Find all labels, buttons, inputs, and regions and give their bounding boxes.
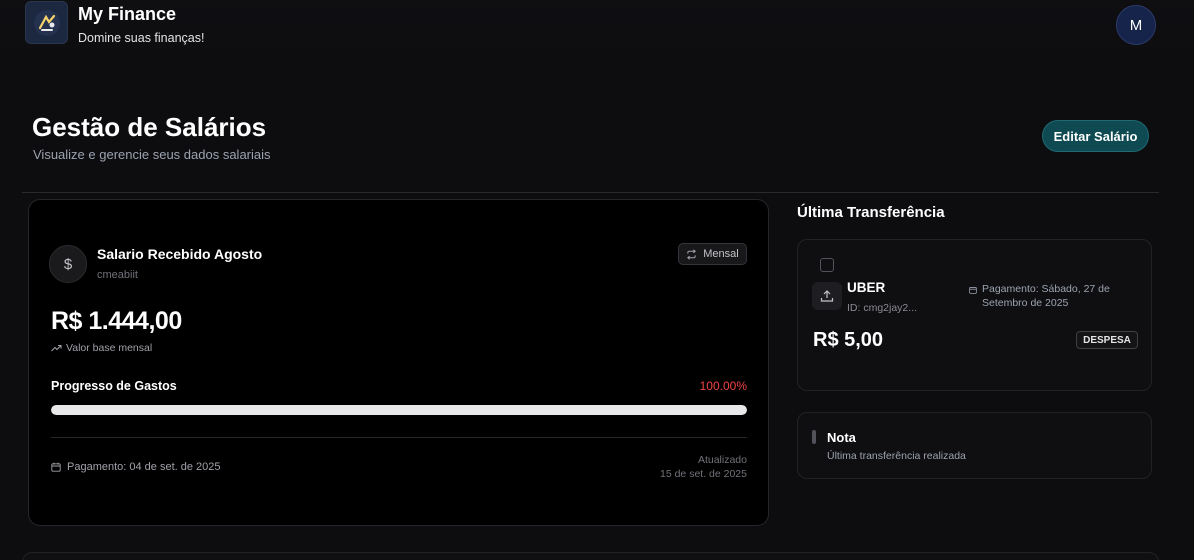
- note-card: Nota Última transferência realizada: [797, 412, 1152, 479]
- transfer-id: ID: cmg2jay2...: [847, 302, 918, 314]
- updated-date: 15 de set. de 2025: [660, 468, 747, 480]
- user-avatar[interactable]: M: [1116, 5, 1156, 45]
- transfer-amount: R$ 5,00: [813, 329, 884, 351]
- transfer-type-badge: DESPESA: [1076, 331, 1138, 349]
- app-logo[interactable]: [25, 1, 68, 44]
- base-value-label: Valor base mensal: [51, 342, 152, 354]
- trending-up-icon: [51, 345, 62, 352]
- repeat-icon: [687, 248, 697, 260]
- salary-subtitle: cmeabiit: [97, 269, 138, 281]
- spending-progress-bar: [51, 405, 747, 415]
- updated-label: Atualizado: [697, 454, 747, 466]
- payment-date: Pagamento: 04 de set. de 2025: [51, 461, 221, 473]
- progress-fill: [51, 405, 747, 415]
- salary-amount: R$ 1.444,00: [51, 307, 182, 335]
- calendar-icon: [969, 287, 977, 294]
- base-value-text: Valor base mensal: [66, 342, 153, 354]
- progress-percent: 100.00%: [699, 379, 747, 393]
- note-text: Última transferência realizada: [827, 450, 966, 462]
- bottom-card: [22, 552, 1159, 560]
- transfer-merchant: UBER: [847, 280, 886, 295]
- upload-icon: [812, 282, 842, 310]
- card-divider: [51, 437, 747, 438]
- note-title: Nota: [827, 430, 856, 445]
- edit-salary-button[interactable]: Editar Salário: [1042, 120, 1149, 152]
- frequency-label: Mensal: [703, 248, 739, 260]
- app-subtitle: Domine suas finanças!: [78, 31, 205, 45]
- calendar-icon: [51, 462, 61, 472]
- section-divider: [22, 192, 1159, 193]
- salary-title: Salario Recebido Agosto: [97, 246, 263, 262]
- app-title: My Finance: [78, 4, 177, 24]
- transfer-checkbox[interactable]: [820, 258, 834, 272]
- dollar-icon: $: [49, 245, 87, 283]
- logo-icon: [33, 9, 60, 36]
- frequency-badge: Mensal: [678, 243, 747, 265]
- transfer-payment-info: Pagamento: Sábado, 27 de Setembro de 202…: [969, 282, 1139, 310]
- payment-date-text: Pagamento: 04 de set. de 2025: [67, 461, 221, 473]
- transfer-card: UBER ID: cmg2jay2... Pagamento: Sábado, …: [797, 239, 1152, 391]
- progress-label: Progresso de Gastos: [51, 379, 177, 393]
- page-title: Gestão de Salários: [32, 112, 267, 142]
- page-subtitle: Visualize e gerencie seus dados salariai…: [33, 147, 271, 162]
- salary-card: $ Salario Recebido Agosto cmeabiit Mensa…: [28, 199, 769, 526]
- last-transfer-title: Última Transferência: [797, 204, 945, 221]
- transfer-payment-text: Pagamento: Sábado, 27 de Setembro de 202…: [982, 283, 1110, 309]
- note-accent-bar: [812, 430, 816, 444]
